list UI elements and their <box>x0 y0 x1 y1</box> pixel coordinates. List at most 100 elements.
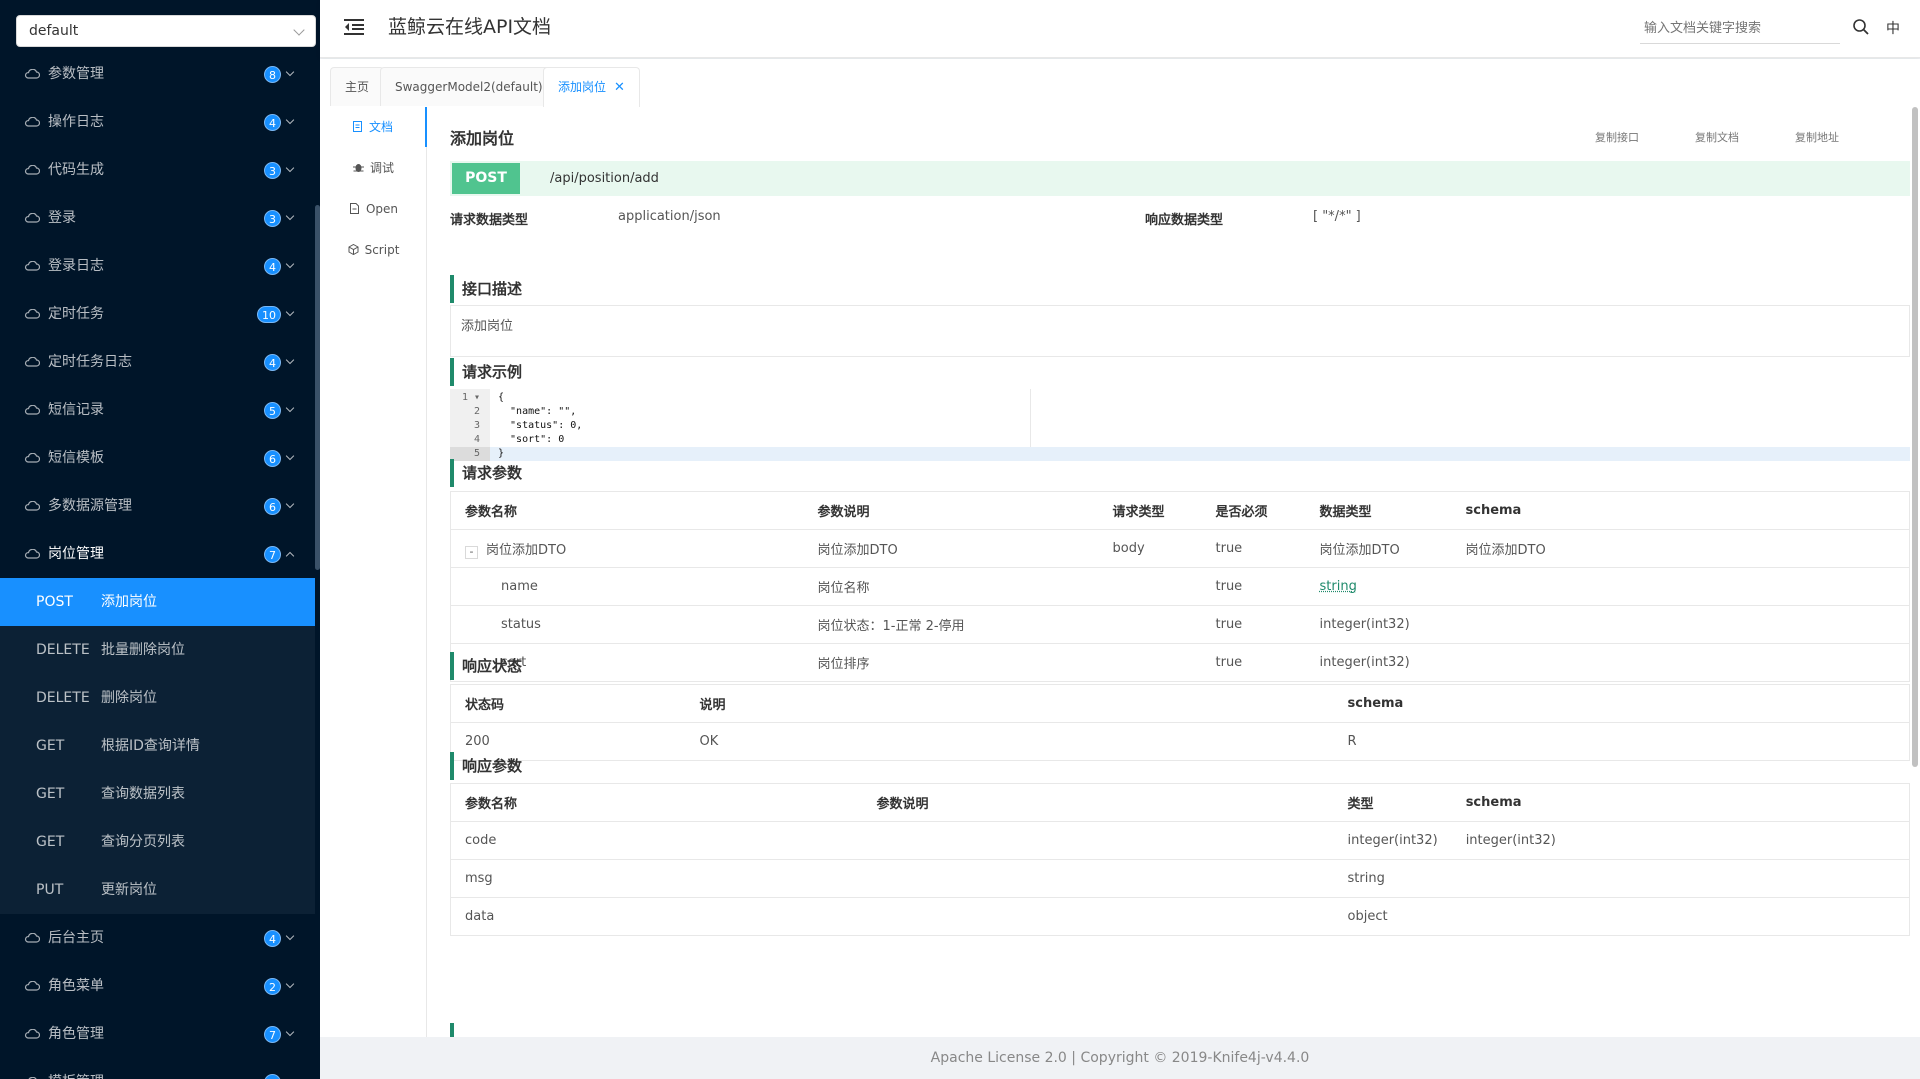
param-name-cell: - 岗位添加DTO <box>450 529 804 568</box>
table-row: msg string <box>450 859 1910 898</box>
top-header: 蓝鲸云在线API文档 中 <box>320 0 1920 58</box>
param-name: status <box>501 617 541 632</box>
sidebar-api-item[interactable]: POST 添加岗位 <box>0 578 315 626</box>
column-header: schema <box>1451 783 1910 822</box>
sidebar-api-item[interactable]: GET 查询分页列表 <box>0 818 315 866</box>
sidebar-api-item[interactable]: PUT 更新岗位 <box>0 866 315 914</box>
chevron-down-icon <box>285 355 295 365</box>
copy-doc-button[interactable]: 复制文档 <box>1695 129 1739 145</box>
tab-add-position[interactable]: 添加岗位 ✕ <box>543 67 640 107</box>
section-request-example: 请求示例 <box>450 358 522 386</box>
sidebar-menu-item[interactable]: 参数管理 8 <box>0 50 315 98</box>
sidebar-menu-item[interactable]: 岗位管理 7 <box>0 530 315 578</box>
cloud-icon <box>24 1029 40 1039</box>
sidebar-api-item[interactable]: DELETE 删除岗位 <box>0 674 315 722</box>
vtab-doc[interactable]: 文档 <box>320 107 427 147</box>
sidebar-menu-item[interactable]: 定时任务日志 4 <box>0 338 315 386</box>
language-switch[interactable]: 中 <box>1886 18 1900 38</box>
column-header: 参数说明 <box>803 491 1099 530</box>
request-type-label: 请求数据类型 <box>450 213 529 228</box>
resp-schema: integer(int32) <box>1451 821 1910 860</box>
code-line: 2 "name": "", <box>450 405 1910 419</box>
api-label: 查询分页列表 <box>101 834 185 850</box>
sidebar-menu-item[interactable]: 角色管理 7 <box>0 1010 315 1058</box>
sidebar-menu-item[interactable]: 短信记录 5 <box>0 386 315 434</box>
param-type-cell: string <box>1305 567 1452 606</box>
sidebar-menu-item[interactable]: 定时任务 10 <box>0 290 315 338</box>
vtab-script[interactable]: Script <box>320 230 427 270</box>
table-row: sort 岗位排序 true integer(int32) <box>450 643 1910 682</box>
chevron-down-icon <box>285 163 295 173</box>
chevron-down-icon <box>285 259 295 269</box>
collapse-toggle[interactable]: - <box>465 545 478 559</box>
param-required: true <box>1201 529 1306 568</box>
column-header: 类型 <box>1333 783 1452 822</box>
tab-label: 主页 <box>345 80 370 94</box>
table-header-row: 状态码 说明 schema <box>450 684 1910 723</box>
copy-api-button[interactable]: 复制接口 <box>1595 129 1639 145</box>
code-text: { <box>498 392 505 403</box>
tab-label: SwaggerModel2(default) <box>395 80 543 94</box>
vtab-label: 文档 <box>368 120 393 134</box>
resp-desc <box>862 859 1334 898</box>
resp-type: string <box>1333 859 1452 898</box>
cloud-icon <box>24 501 40 511</box>
cloud-icon <box>24 69 40 79</box>
resp-name: data <box>450 897 863 936</box>
cloud-icon <box>24 549 40 559</box>
param-type[interactable]: string <box>1320 579 1357 594</box>
copy-url-button[interactable]: 复制地址 <box>1795 129 1839 145</box>
sidebar-menu-item[interactable]: 角色菜单 2 <box>0 962 315 1010</box>
content-scrollbar[interactable] <box>1912 107 1918 767</box>
api-doc: 添加岗位 复制接口 复制文档 复制地址 POST /api/position/a… <box>450 107 1910 1037</box>
resp-schema <box>1451 897 1910 936</box>
tab-home[interactable]: 主页 <box>330 67 385 106</box>
column-header: 参数名称 <box>450 491 804 530</box>
sidebar-menu-item[interactable]: 模板管理 6 <box>0 1058 315 1079</box>
resp-schema <box>1451 859 1910 898</box>
group-select[interactable]: default <box>16 15 316 47</box>
sidebar-api-item[interactable]: GET 查询数据列表 <box>0 770 315 818</box>
param-name-cell: name <box>450 567 804 606</box>
param-required: true <box>1201 605 1306 644</box>
count-badge: 3 <box>264 210 281 227</box>
menu-item-label: 短信模板 <box>48 450 104 466</box>
api-label: 查询数据列表 <box>101 786 185 802</box>
sidebar-api-item[interactable]: GET 根据ID查询详情 <box>0 722 315 770</box>
tab-bar: 主页 SwaggerModel2(default) ✕ 添加岗位 ✕ <box>320 59 1920 107</box>
sidebar-api-item[interactable]: DELETE 批量删除岗位 <box>0 626 315 674</box>
chevron-down-icon <box>285 307 295 317</box>
vtab-debug[interactable]: 调试 <box>320 148 427 188</box>
sidebar-menu-item[interactable]: 后台主页 4 <box>0 914 315 962</box>
menu-fold-icon[interactable] <box>344 19 364 35</box>
api-menu: 参数管理 8 操作日志 4 代码生成 3 登录 3 登录日志 4 定时任务 10 定时任务日志 4 短信记录… <box>0 50 315 1079</box>
column-header: 参数说明 <box>862 783 1334 822</box>
vtab-open[interactable]: Open <box>320 189 427 229</box>
close-icon[interactable]: ✕ <box>614 80 625 95</box>
search-input[interactable] <box>1640 14 1840 44</box>
sidebar-menu-item[interactable]: 登录日志 4 <box>0 242 315 290</box>
request-example-editor[interactable]: 1 ▾{2 "name": "", 3 "status": 0, 4 "sort":… <box>450 389 1910 461</box>
response-type-label: 响应数据类型 <box>1145 213 1224 228</box>
table-row: - 岗位添加DTO 岗位添加DTO body true 岗位添加DTO 岗位添加DTO <box>450 529 1910 568</box>
menu-item-label: 岗位管理 <box>48 546 104 562</box>
chevron-down-icon <box>285 451 295 461</box>
menu-item-label: 登录 <box>48 210 76 226</box>
param-type: integer(int32) <box>1319 655 1410 670</box>
menu-item-label: 操作日志 <box>48 114 104 130</box>
param-desc: 岗位状态：1-正常 2-停用 <box>803 605 1099 644</box>
sidebar-menu-item[interactable]: 操作日志 4 <box>0 98 315 146</box>
param-required: true <box>1201 567 1306 606</box>
table-row: code integer(int32) integer(int32) <box>450 821 1910 860</box>
search-icon[interactable] <box>1852 18 1870 36</box>
sidebar-menu-item[interactable]: 代码生成 3 <box>0 146 315 194</box>
column-header: 请求类型 <box>1098 491 1202 530</box>
sidebar-menu-item[interactable]: 多数据源管理 6 <box>0 482 315 530</box>
sidebar-menu-item[interactable]: 登录 3 <box>0 194 315 242</box>
cloud-icon <box>24 165 40 175</box>
chevron-down-icon <box>285 979 295 989</box>
api-label: 添加岗位 <box>101 594 157 610</box>
api-method: GET <box>36 738 65 754</box>
sidebar-menu-item[interactable]: 短信模板 6 <box>0 434 315 482</box>
app-title: 蓝鲸云在线API文档 <box>388 16 552 38</box>
